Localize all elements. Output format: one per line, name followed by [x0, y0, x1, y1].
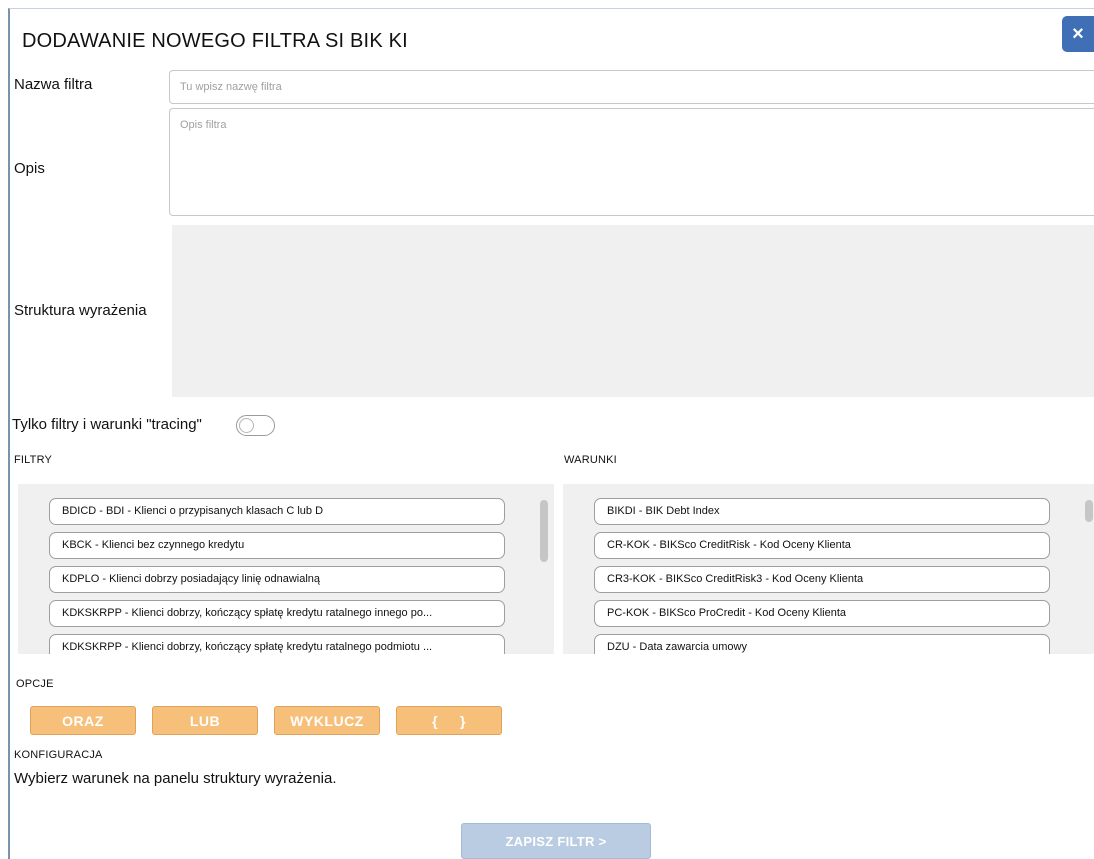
description-label: Opis: [14, 160, 45, 177]
tracing-toggle-label: Tylko filtry i warunki "tracing": [12, 416, 202, 433]
filter-name-label: Nazwa filtra: [14, 76, 93, 93]
brackets-button[interactable]: { }: [396, 706, 502, 735]
conditions-header: WARUNKI: [564, 454, 617, 466]
configuration-hint: Wybierz warunek na panelu struktury wyra…: [14, 770, 337, 787]
filter-item[interactable]: KDKSKRPP - Klienci dobrzy, kończący spła…: [49, 600, 505, 627]
filters-scrollbar[interactable]: [540, 500, 548, 562]
dialog-title: DODAWANIE NOWEGO FILTRA SI BIK KI: [22, 30, 408, 52]
conditions-scrollbar[interactable]: [1085, 500, 1093, 522]
filter-item[interactable]: BDICD - BDI - Klienci o przypisanych kla…: [49, 498, 505, 525]
and-button[interactable]: ORAZ: [30, 706, 136, 735]
conditions-list[interactable]: BIKDI - BIK Debt Index CR-KOK - BIKSco C…: [563, 484, 1094, 654]
condition-item[interactable]: CR-KOK - BIKSco CreditRisk - Kod Oceny K…: [594, 532, 1050, 559]
configuration-header: KONFIGURACJA: [14, 749, 103, 761]
description-input[interactable]: [169, 108, 1094, 216]
expression-structure-panel[interactable]: [172, 225, 1094, 397]
filter-item[interactable]: KBCK - Klienci bez czynnego kredytu: [49, 532, 505, 559]
filter-name-input[interactable]: [169, 70, 1094, 104]
condition-item[interactable]: DZU - Data zawarcia umowy: [594, 634, 1050, 654]
tracing-toggle[interactable]: [236, 415, 275, 436]
condition-item[interactable]: PC-KOK - BIKSco ProCredit - Kod Oceny Kl…: [594, 600, 1050, 627]
save-filter-button[interactable]: ZAPISZ FILTR >: [461, 823, 651, 859]
filters-list[interactable]: BDICD - BDI - Klienci o przypisanych kla…: [18, 484, 554, 654]
condition-item[interactable]: CR3-KOK - BIKSco CreditRisk3 - Kod Oceny…: [594, 566, 1050, 593]
filter-item[interactable]: KDPLO - Klienci dobrzy posiadający linię…: [49, 566, 505, 593]
options-header: OPCJE: [16, 678, 54, 690]
close-button[interactable]: ×: [1062, 16, 1094, 52]
toggle-knob: [239, 418, 254, 433]
or-button[interactable]: LUB: [152, 706, 258, 735]
exclude-button[interactable]: WYKLUCZ: [274, 706, 380, 735]
filters-header: FILTRY: [14, 454, 53, 466]
filter-item[interactable]: KDKSKRPP - Klienci dobrzy, kończący spła…: [49, 634, 505, 654]
condition-item[interactable]: BIKDI - BIK Debt Index: [594, 498, 1050, 525]
close-icon: ×: [1072, 22, 1084, 45]
expression-structure-label: Struktura wyrażenia: [14, 302, 147, 319]
